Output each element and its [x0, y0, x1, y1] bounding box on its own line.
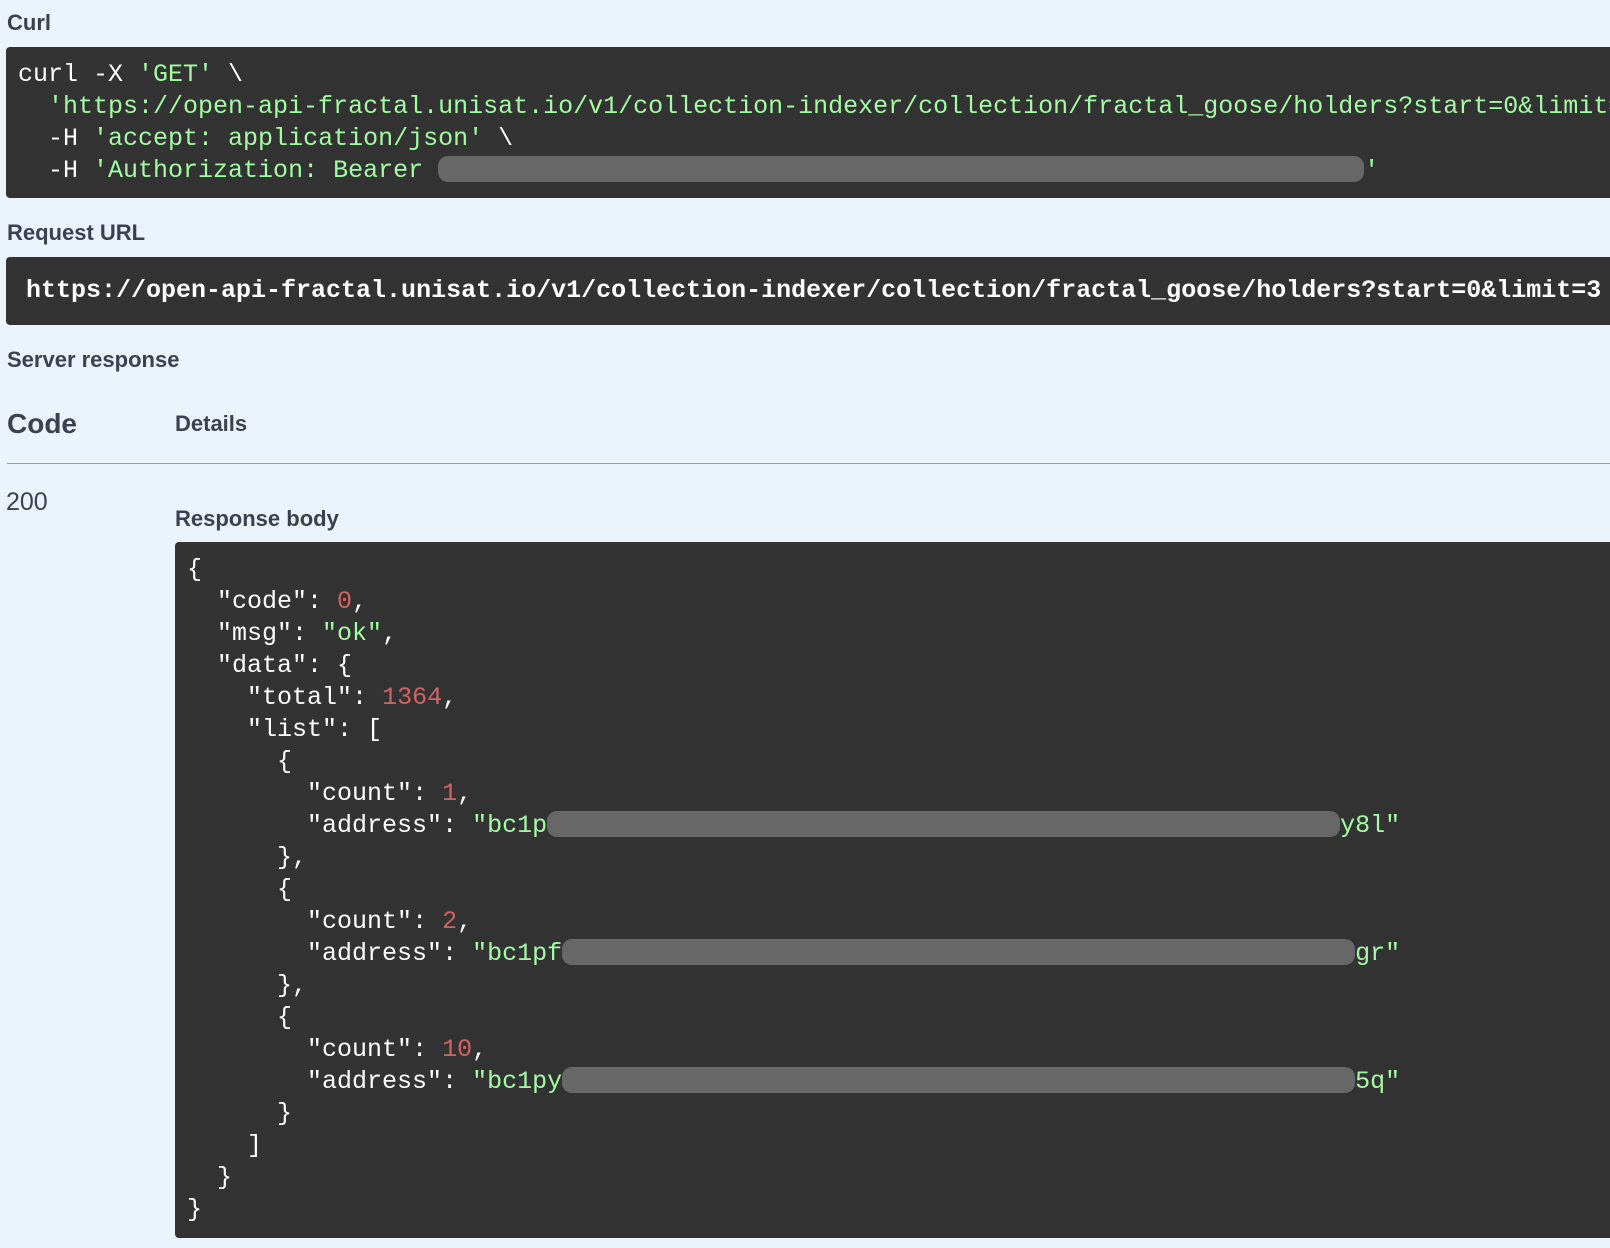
redacted-address	[547, 811, 1341, 837]
redacted-address	[562, 1067, 1356, 1093]
holder-address-prefix: "bc1pf	[472, 939, 563, 968]
json-key: "msg"	[217, 619, 293, 648]
json-total-value: 1364	[382, 683, 443, 712]
quote: '	[1364, 156, 1380, 185]
request-url-block[interactable]: https://open-api-fractal.unisat.io/v1/co…	[6, 257, 1610, 325]
curl-code-block[interactable]: curl -X 'GET' \ 'https://open-api-fracta…	[6, 47, 1610, 198]
json-key: "code"	[217, 587, 308, 616]
redacted-address	[562, 939, 1356, 965]
json-key: "address"	[307, 939, 443, 968]
request-url-value: https://open-api-fractal.unisat.io/v1/co…	[26, 276, 1602, 305]
json-key: "count"	[307, 907, 413, 936]
curl-auth-header: 'Authorization: Bearer	[93, 156, 439, 185]
holder-address-prefix: "bc1py	[472, 1067, 563, 1096]
curl-flag: -H	[48, 124, 94, 153]
curl-method: 'GET'	[138, 60, 214, 89]
json-key: "total"	[247, 683, 353, 712]
holder-address-suffix: y8l"	[1340, 811, 1401, 840]
json-key: "data"	[217, 651, 308, 680]
line-continuation: \	[213, 60, 244, 89]
curl-command: curl -X	[18, 60, 139, 89]
holder-address-suffix: 5q"	[1355, 1067, 1401, 1096]
json-key: "address"	[307, 1067, 443, 1096]
json-key: "address"	[307, 811, 443, 840]
header-divider	[7, 463, 1610, 464]
json-key: "list"	[247, 715, 338, 744]
redacted-token	[438, 156, 1365, 182]
holder-count: 2	[442, 907, 458, 936]
request-url-label: Request URL	[7, 220, 146, 245]
server-response-label: Server response	[7, 347, 180, 372]
json-key: "count"	[307, 779, 413, 808]
curl-label: Curl	[7, 10, 51, 35]
holder-count: 10	[442, 1035, 473, 1064]
json-code-value: 0	[337, 587, 353, 616]
response-code: 200	[6, 488, 48, 516]
curl-accept-header: 'accept: application/json'	[93, 124, 484, 153]
details-column-header: Details	[175, 411, 248, 436]
holder-count: 1	[442, 779, 458, 808]
response-body-block[interactable]: { "code": 0, "msg": "ok", "data": { "tot…	[175, 542, 1610, 1238]
holder-address-suffix: gr"	[1355, 939, 1401, 968]
curl-flag: -H	[48, 156, 94, 185]
response-body-label: Response body	[175, 506, 339, 531]
line-continuation: \	[483, 124, 514, 153]
code-column-header: Code	[7, 408, 77, 439]
json-key: "count"	[307, 1035, 413, 1064]
json-msg-value: "ok"	[322, 619, 383, 648]
curl-url: 'https://open-api-fractal.unisat.io/v1/c…	[48, 92, 1610, 121]
holder-address-prefix: "bc1p	[472, 811, 548, 840]
